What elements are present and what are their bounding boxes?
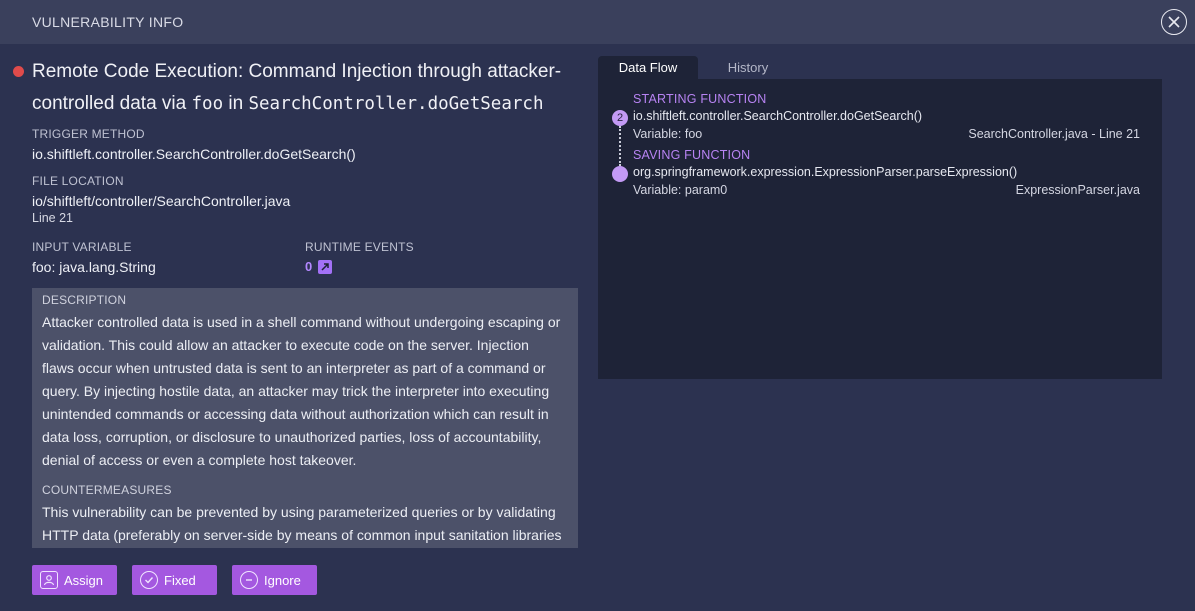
modal-title: VULNERABILITY INFO xyxy=(32,14,184,30)
title-variable: foo xyxy=(191,93,224,114)
minus-circle-icon xyxy=(240,571,258,589)
file-location-path: io/shiftleft/controller/SearchController… xyxy=(32,193,291,209)
trigger-method-value: io.shiftleft.controller.SearchController… xyxy=(32,146,356,162)
assign-label: Assign xyxy=(64,572,104,588)
fixed-button[interactable]: Fixed xyxy=(132,565,217,595)
vulnerability-title: Remote Code Execution: Command Injection… xyxy=(32,56,572,120)
saving-function-name[interactable]: org.springframework.expression.Expressio… xyxy=(633,165,1017,179)
starting-function-label: STARTING FUNCTION xyxy=(633,92,767,106)
tab-history[interactable]: History xyxy=(698,56,798,79)
user-icon xyxy=(40,571,58,589)
fixed-label: Fixed xyxy=(164,572,196,588)
runtime-events-count: 0 xyxy=(305,259,313,274)
countermeasures-text: This vulnerability can be prevented by u… xyxy=(42,504,562,543)
modal-header: VULNERABILITY INFO xyxy=(0,0,1195,44)
runtime-events-link[interactable]: 0 xyxy=(305,259,333,274)
input-variable-value: foo: java.lang.String xyxy=(32,259,156,275)
tab-data-flow[interactable]: Data Flow xyxy=(598,56,698,79)
input-variable-label: INPUT VARIABLE xyxy=(32,240,132,254)
starting-function-name[interactable]: io.shiftleft.controller.SearchController… xyxy=(633,109,922,123)
title-connector: in xyxy=(223,92,249,114)
file-location-line: Line 21 xyxy=(32,211,74,225)
countermeasures-label: COUNTERMEASURES xyxy=(42,483,172,497)
saving-function-variable: Variable: param0 xyxy=(633,183,728,197)
ignore-label: Ignore xyxy=(264,572,301,588)
runtime-events-label: RUNTIME EVENTS xyxy=(305,240,414,254)
file-location-label: FILE LOCATION xyxy=(32,174,124,188)
description-label: DESCRIPTION xyxy=(42,293,127,307)
data-flow-panel: 2 STARTING FUNCTION io.shiftleft.control… xyxy=(598,79,1162,379)
flow-step-dot xyxy=(612,166,628,182)
trigger-method-label: TRIGGER METHOD xyxy=(32,127,145,141)
ignore-button[interactable]: Ignore xyxy=(232,565,317,595)
check-icon xyxy=(140,571,158,589)
step-count-badge: 2 xyxy=(612,110,628,126)
close-button[interactable] xyxy=(1161,9,1187,35)
description-text: Attacker controlled data is used in a sh… xyxy=(42,314,561,468)
starting-function-variable: Variable: foo xyxy=(633,127,703,141)
starting-function-file[interactable]: SearchController.java - Line 21 xyxy=(968,127,1140,141)
saving-function-file[interactable]: ExpressionParser.java xyxy=(1016,183,1140,197)
title-method: SearchController.doGetSearch xyxy=(248,93,544,114)
assign-button[interactable]: Assign xyxy=(32,565,117,595)
severity-indicator xyxy=(13,66,24,77)
flow-connector xyxy=(619,126,621,166)
saving-function-label: SAVING FUNCTION xyxy=(633,148,751,162)
close-icon xyxy=(1168,16,1180,28)
description-panel: DESCRIPTION Attacker controlled data is … xyxy=(32,288,578,548)
external-link-icon xyxy=(318,259,333,274)
